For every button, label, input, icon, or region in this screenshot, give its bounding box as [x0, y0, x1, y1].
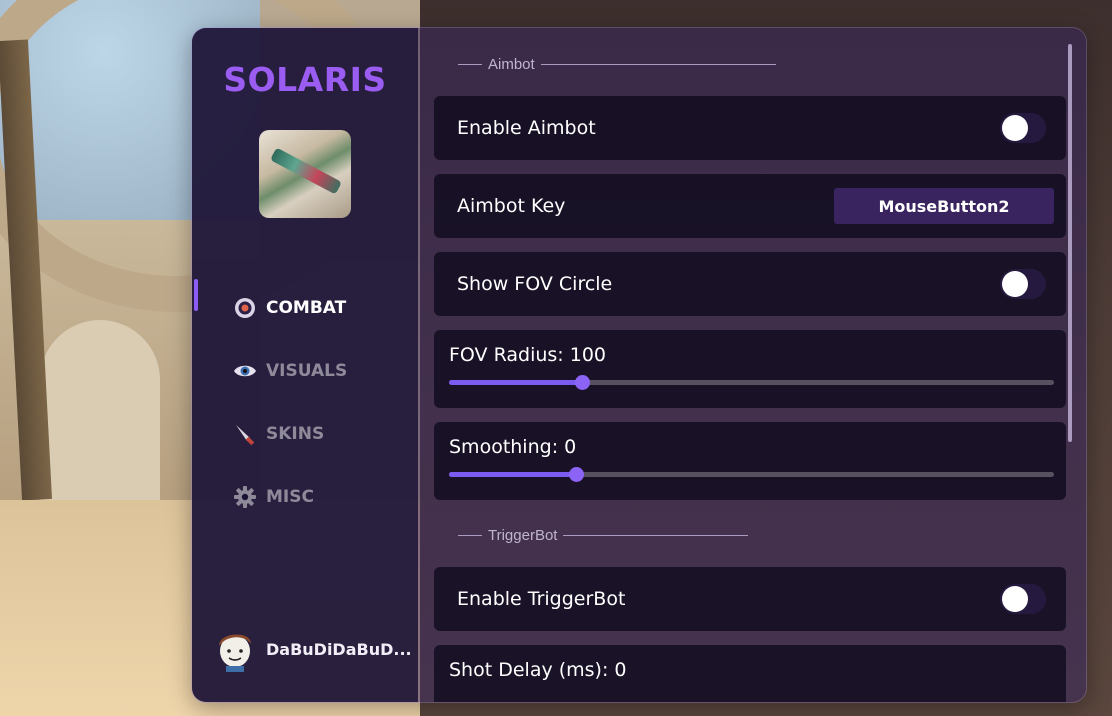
- sidebar-item-visuals[interactable]: VISUALS: [192, 339, 418, 402]
- smoothing-slider-fill: [449, 472, 577, 477]
- cheat-menu-window: SOLARIS COMBAT VISUALS SKINS MISC DaBuDi…: [192, 28, 1086, 702]
- shot-delay-row: Shot Delay (ms): 0: [434, 645, 1066, 702]
- username: DaBuDiDaBuD...: [266, 639, 412, 659]
- enable-aimbot-toggle[interactable]: [1000, 113, 1046, 143]
- smoothing-slider[interactable]: [449, 467, 1054, 482]
- section-title: TriggerBot: [488, 526, 558, 544]
- eye-icon: [232, 358, 258, 384]
- sidebar-item-label: SKINS: [266, 423, 325, 444]
- smoothing-slider-thumb[interactable]: [569, 467, 585, 482]
- fov-radius-slider-thumb[interactable]: [575, 375, 591, 390]
- smoothing-row: Smoothing: 0: [434, 422, 1066, 500]
- app-logo: SOLARIS: [223, 60, 387, 99]
- user-profile[interactable]: DaBuDiDaBuD...: [214, 626, 412, 672]
- target-icon: [232, 295, 258, 321]
- aimbot-key-label: Aimbot Key: [457, 195, 566, 217]
- enable-triggerbot-label: Enable TriggerBot: [457, 588, 626, 610]
- sidebar-item-misc[interactable]: MISC: [192, 465, 418, 528]
- combat-settings-panel: Aimbot Enable Aimbot Aimbot Key MouseBut…: [418, 28, 1086, 702]
- sidebar-item-label: VISUALS: [266, 360, 348, 381]
- sidebar-item-label: MISC: [266, 486, 314, 507]
- sidebar-nav: COMBAT VISUALS SKINS MISC: [192, 276, 418, 528]
- gear-icon: [232, 484, 258, 510]
- sidebar-item-label: COMBAT: [266, 297, 347, 318]
- aimbot-keybind-button[interactable]: MouseButton2: [834, 188, 1054, 224]
- fov-radius-label: FOV Radius: 100: [449, 344, 607, 366]
- sidebar: SOLARIS COMBAT VISUALS SKINS MISC DaBuDi…: [192, 28, 418, 702]
- avatar: [214, 626, 256, 672]
- fov-radius-slider[interactable]: [449, 375, 1054, 390]
- enable-aimbot-label: Enable Aimbot: [457, 117, 596, 139]
- knife-icon: [232, 421, 258, 447]
- section-header-aimbot: Aimbot: [458, 54, 776, 74]
- fov-radius-row: FOV Radius: 100: [434, 330, 1066, 408]
- section-title: Aimbot: [488, 55, 535, 73]
- scrollbar[interactable]: [1068, 44, 1072, 442]
- enable-triggerbot-row: Enable TriggerBot: [434, 567, 1066, 631]
- aimbot-key-row: Aimbot Key MouseButton2: [434, 174, 1066, 238]
- sidebar-item-combat[interactable]: COMBAT: [192, 276, 418, 339]
- enable-aimbot-row: Enable Aimbot: [434, 96, 1066, 160]
- show-fov-circle-toggle[interactable]: [1000, 269, 1046, 299]
- section-header-triggerbot: TriggerBot: [458, 525, 749, 545]
- fov-radius-slider-fill: [449, 380, 583, 385]
- show-fov-circle-row: Show FOV Circle: [434, 252, 1066, 316]
- skin-preview-image: [259, 130, 351, 218]
- show-fov-circle-label: Show FOV Circle: [457, 273, 613, 295]
- shot-delay-label: Shot Delay (ms): 0: [449, 659, 627, 681]
- sidebar-item-skins[interactable]: SKINS: [192, 402, 418, 465]
- smoothing-label: Smoothing: 0: [449, 436, 577, 458]
- enable-triggerbot-toggle[interactable]: [1000, 584, 1046, 614]
